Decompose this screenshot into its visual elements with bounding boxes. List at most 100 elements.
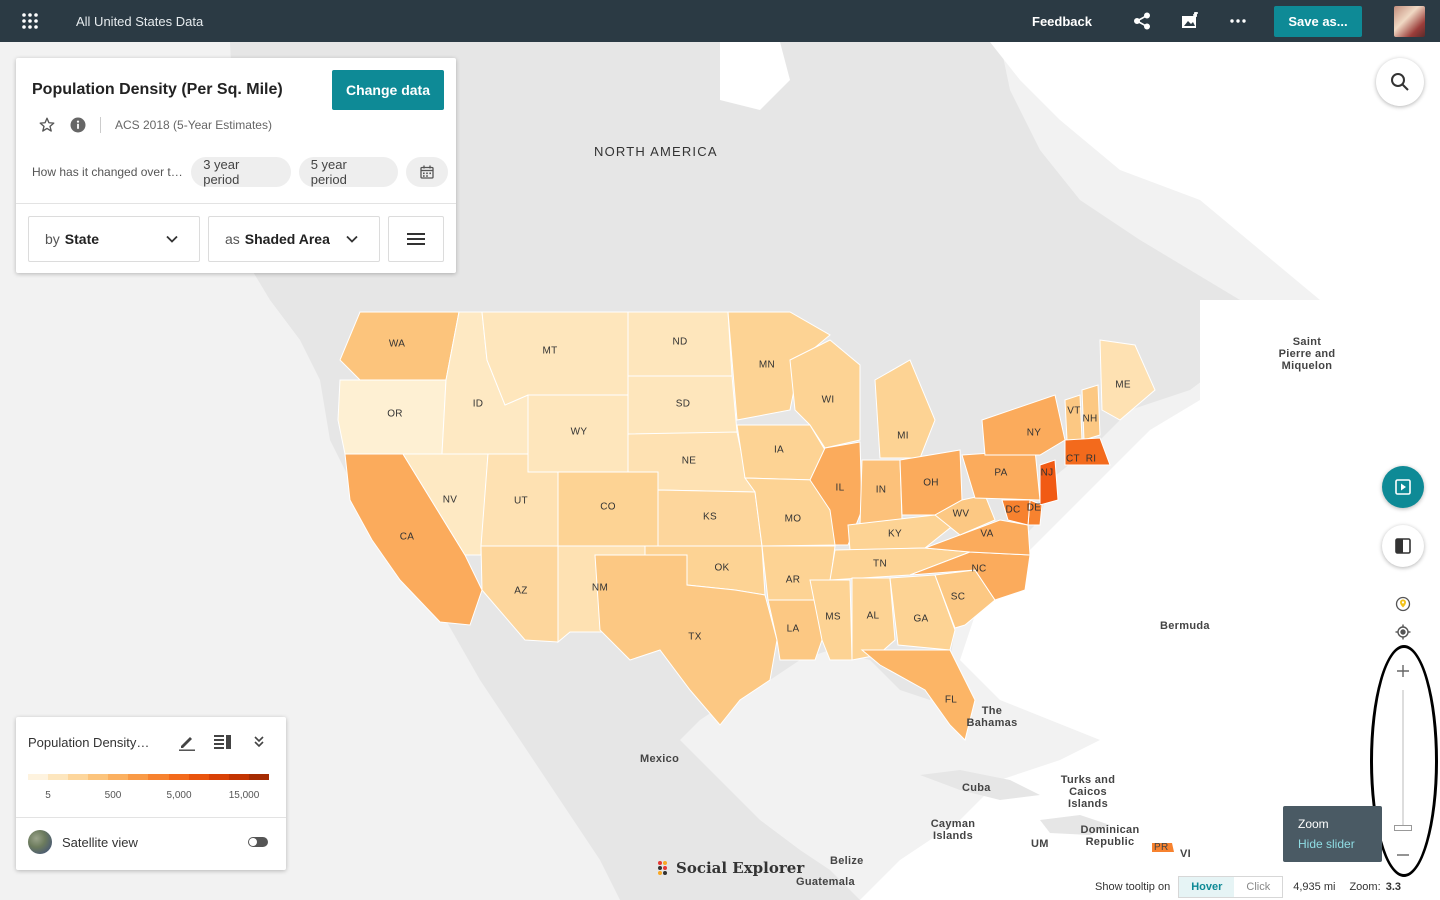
state-label-wv[interactable]: WV <box>953 509 970 520</box>
zoom-value: 3.3 <box>1385 881 1401 893</box>
place-label-um: UM <box>1031 838 1049 850</box>
state-label-ut[interactable]: UT <box>514 496 528 507</box>
state-label-nj[interactable]: NJ <box>1041 468 1054 479</box>
star-icon[interactable] <box>38 116 56 134</box>
state-label-wi[interactable]: WI <box>822 395 835 406</box>
more-options-icon[interactable] <box>1226 9 1250 33</box>
state-label-ny[interactable]: NY <box>1027 428 1042 439</box>
state-label-va[interactable]: VA <box>980 529 993 540</box>
place-label-cuba: Cuba <box>962 782 991 794</box>
state-label-ms[interactable]: MS <box>825 612 841 623</box>
state-label-wa[interactable]: WA <box>389 339 405 350</box>
tooltip-hover-option[interactable]: Hover <box>1179 877 1235 897</box>
zoom-label: Zoom: <box>1349 881 1381 893</box>
legend-tick: 5,000 <box>166 790 192 801</box>
hamburger-menu-icon[interactable] <box>388 216 444 262</box>
state-label-de[interactable]: DE <box>1027 503 1042 514</box>
place-label-belize: Belize <box>830 855 864 867</box>
state-label-me[interactable]: ME <box>1115 380 1131 391</box>
state-label-nv[interactable]: NV <box>443 495 458 506</box>
state-label-or[interactable]: OR <box>387 409 403 420</box>
calendar-icon[interactable] <box>406 157 448 187</box>
state-label-nm[interactable]: NM <box>592 583 608 594</box>
state-label-mi[interactable]: MI <box>897 431 909 442</box>
presentation-button[interactable] <box>1382 466 1424 508</box>
state-label-tn[interactable]: TN <box>873 559 887 570</box>
save-as-button[interactable]: Save as... <box>1274 5 1362 37</box>
project-title[interactable]: All United States Data <box>76 14 203 29</box>
change-data-button[interactable]: Change data <box>332 70 444 110</box>
period-3-year-button[interactable]: 3 year period <box>191 157 291 187</box>
state-label-tx[interactable]: TX <box>688 632 701 643</box>
state-label-in[interactable]: IN <box>876 485 887 496</box>
hide-slider-link[interactable]: Hide slider <box>1298 837 1367 851</box>
change-question: How has it changed over time? <box>32 165 186 179</box>
geography-value: State <box>64 231 100 247</box>
state-label-al[interactable]: AL <box>867 611 880 622</box>
meta-separator <box>100 117 101 133</box>
legend-color-step <box>48 774 69 780</box>
legend-color-step <box>248 774 269 780</box>
chevron-down-icon <box>345 232 359 249</box>
state-label-ks[interactable]: KS <box>703 512 717 523</box>
legend-tick: 5 <box>45 790 51 801</box>
apps-grid-icon[interactable] <box>0 0 60 42</box>
state-label-nh[interactable]: NH <box>1082 414 1097 425</box>
satellite-view-toggle[interactable] <box>248 837 268 847</box>
state-label-dc[interactable]: DC <box>1005 505 1020 516</box>
state-label-nd[interactable]: ND <box>672 337 687 348</box>
export-image-icon[interactable] <box>1178 9 1202 33</box>
info-icon[interactable] <box>70 117 86 133</box>
my-location-icon[interactable] <box>1391 620 1415 644</box>
state-label-sc[interactable]: SC <box>951 592 966 603</box>
state-label-mt[interactable]: MT <box>542 346 557 357</box>
share-icon[interactable] <box>1130 9 1154 33</box>
tooltip-click-option[interactable]: Click <box>1234 877 1282 897</box>
state-label-id[interactable]: ID <box>473 399 484 410</box>
legend-color-step <box>208 774 229 780</box>
state-label-sd[interactable]: SD <box>676 399 691 410</box>
state-label-az[interactable]: AZ <box>514 586 527 597</box>
state-label-ne[interactable]: NE <box>682 456 697 467</box>
feedback-button[interactable]: Feedback <box>1032 14 1092 29</box>
data-panel: Population Density (Per Sq. Mile) Change… <box>16 58 456 273</box>
state-label-oh[interactable]: OH <box>923 478 939 489</box>
location-pin-icon[interactable] <box>1391 592 1415 616</box>
region-label: NORTH AMERICA <box>594 144 718 159</box>
state-label-mn[interactable]: MN <box>759 360 775 371</box>
state-label-ky[interactable]: KY <box>888 529 902 540</box>
state-label-wy[interactable]: WY <box>571 427 588 438</box>
edit-pencil-icon[interactable] <box>176 731 198 753</box>
state-label-ia[interactable]: IA <box>774 445 784 456</box>
toggle-knob <box>249 838 257 846</box>
place-label-bahamas: The Bahamas <box>966 705 1018 729</box>
state-label-la[interactable]: LA <box>787 624 800 635</box>
state-label-vt[interactable]: VT <box>1067 406 1080 417</box>
state-label-ri[interactable]: RI <box>1086 454 1097 465</box>
state-label-ct[interactable]: CT <box>1066 454 1080 465</box>
swipe-compare-button[interactable] <box>1382 525 1424 567</box>
visualization-select[interactable]: as Shaded Area <box>208 216 380 262</box>
collapse-double-chevron-icon[interactable] <box>248 731 270 753</box>
state-label-ga[interactable]: GA <box>913 614 928 625</box>
bottom-status-bar: Show tooltip on Hover Click 4,935 mi Zoo… <box>1095 876 1401 898</box>
legend-layout-icon[interactable] <box>212 731 234 753</box>
state-label-pa[interactable]: PA <box>994 468 1007 479</box>
user-avatar[interactable] <box>1394 5 1425 37</box>
state-label-ar[interactable]: AR <box>786 575 801 586</box>
state-label-il[interactable]: IL <box>836 483 845 494</box>
state-label-co[interactable]: CO <box>600 502 616 513</box>
place-label-guatemala: Guatemala <box>796 876 855 888</box>
data-source[interactable]: ACS 2018 (5-Year Estimates) <box>115 118 272 132</box>
geography-select[interactable]: by State <box>28 216 200 262</box>
place-label-pr: PR <box>1154 842 1169 853</box>
panel-divider <box>16 203 456 204</box>
period-5-year-button[interactable]: 5 year period <box>298 157 399 187</box>
state-label-mo[interactable]: MO <box>785 514 802 525</box>
state-label-ca[interactable]: CA <box>400 532 415 543</box>
search-button[interactable] <box>1376 58 1424 106</box>
legend-color-scale <box>28 774 269 780</box>
state-label-nc[interactable]: NC <box>971 564 986 575</box>
state-label-fl[interactable]: FL <box>945 695 957 706</box>
state-label-ok[interactable]: OK <box>714 563 729 574</box>
